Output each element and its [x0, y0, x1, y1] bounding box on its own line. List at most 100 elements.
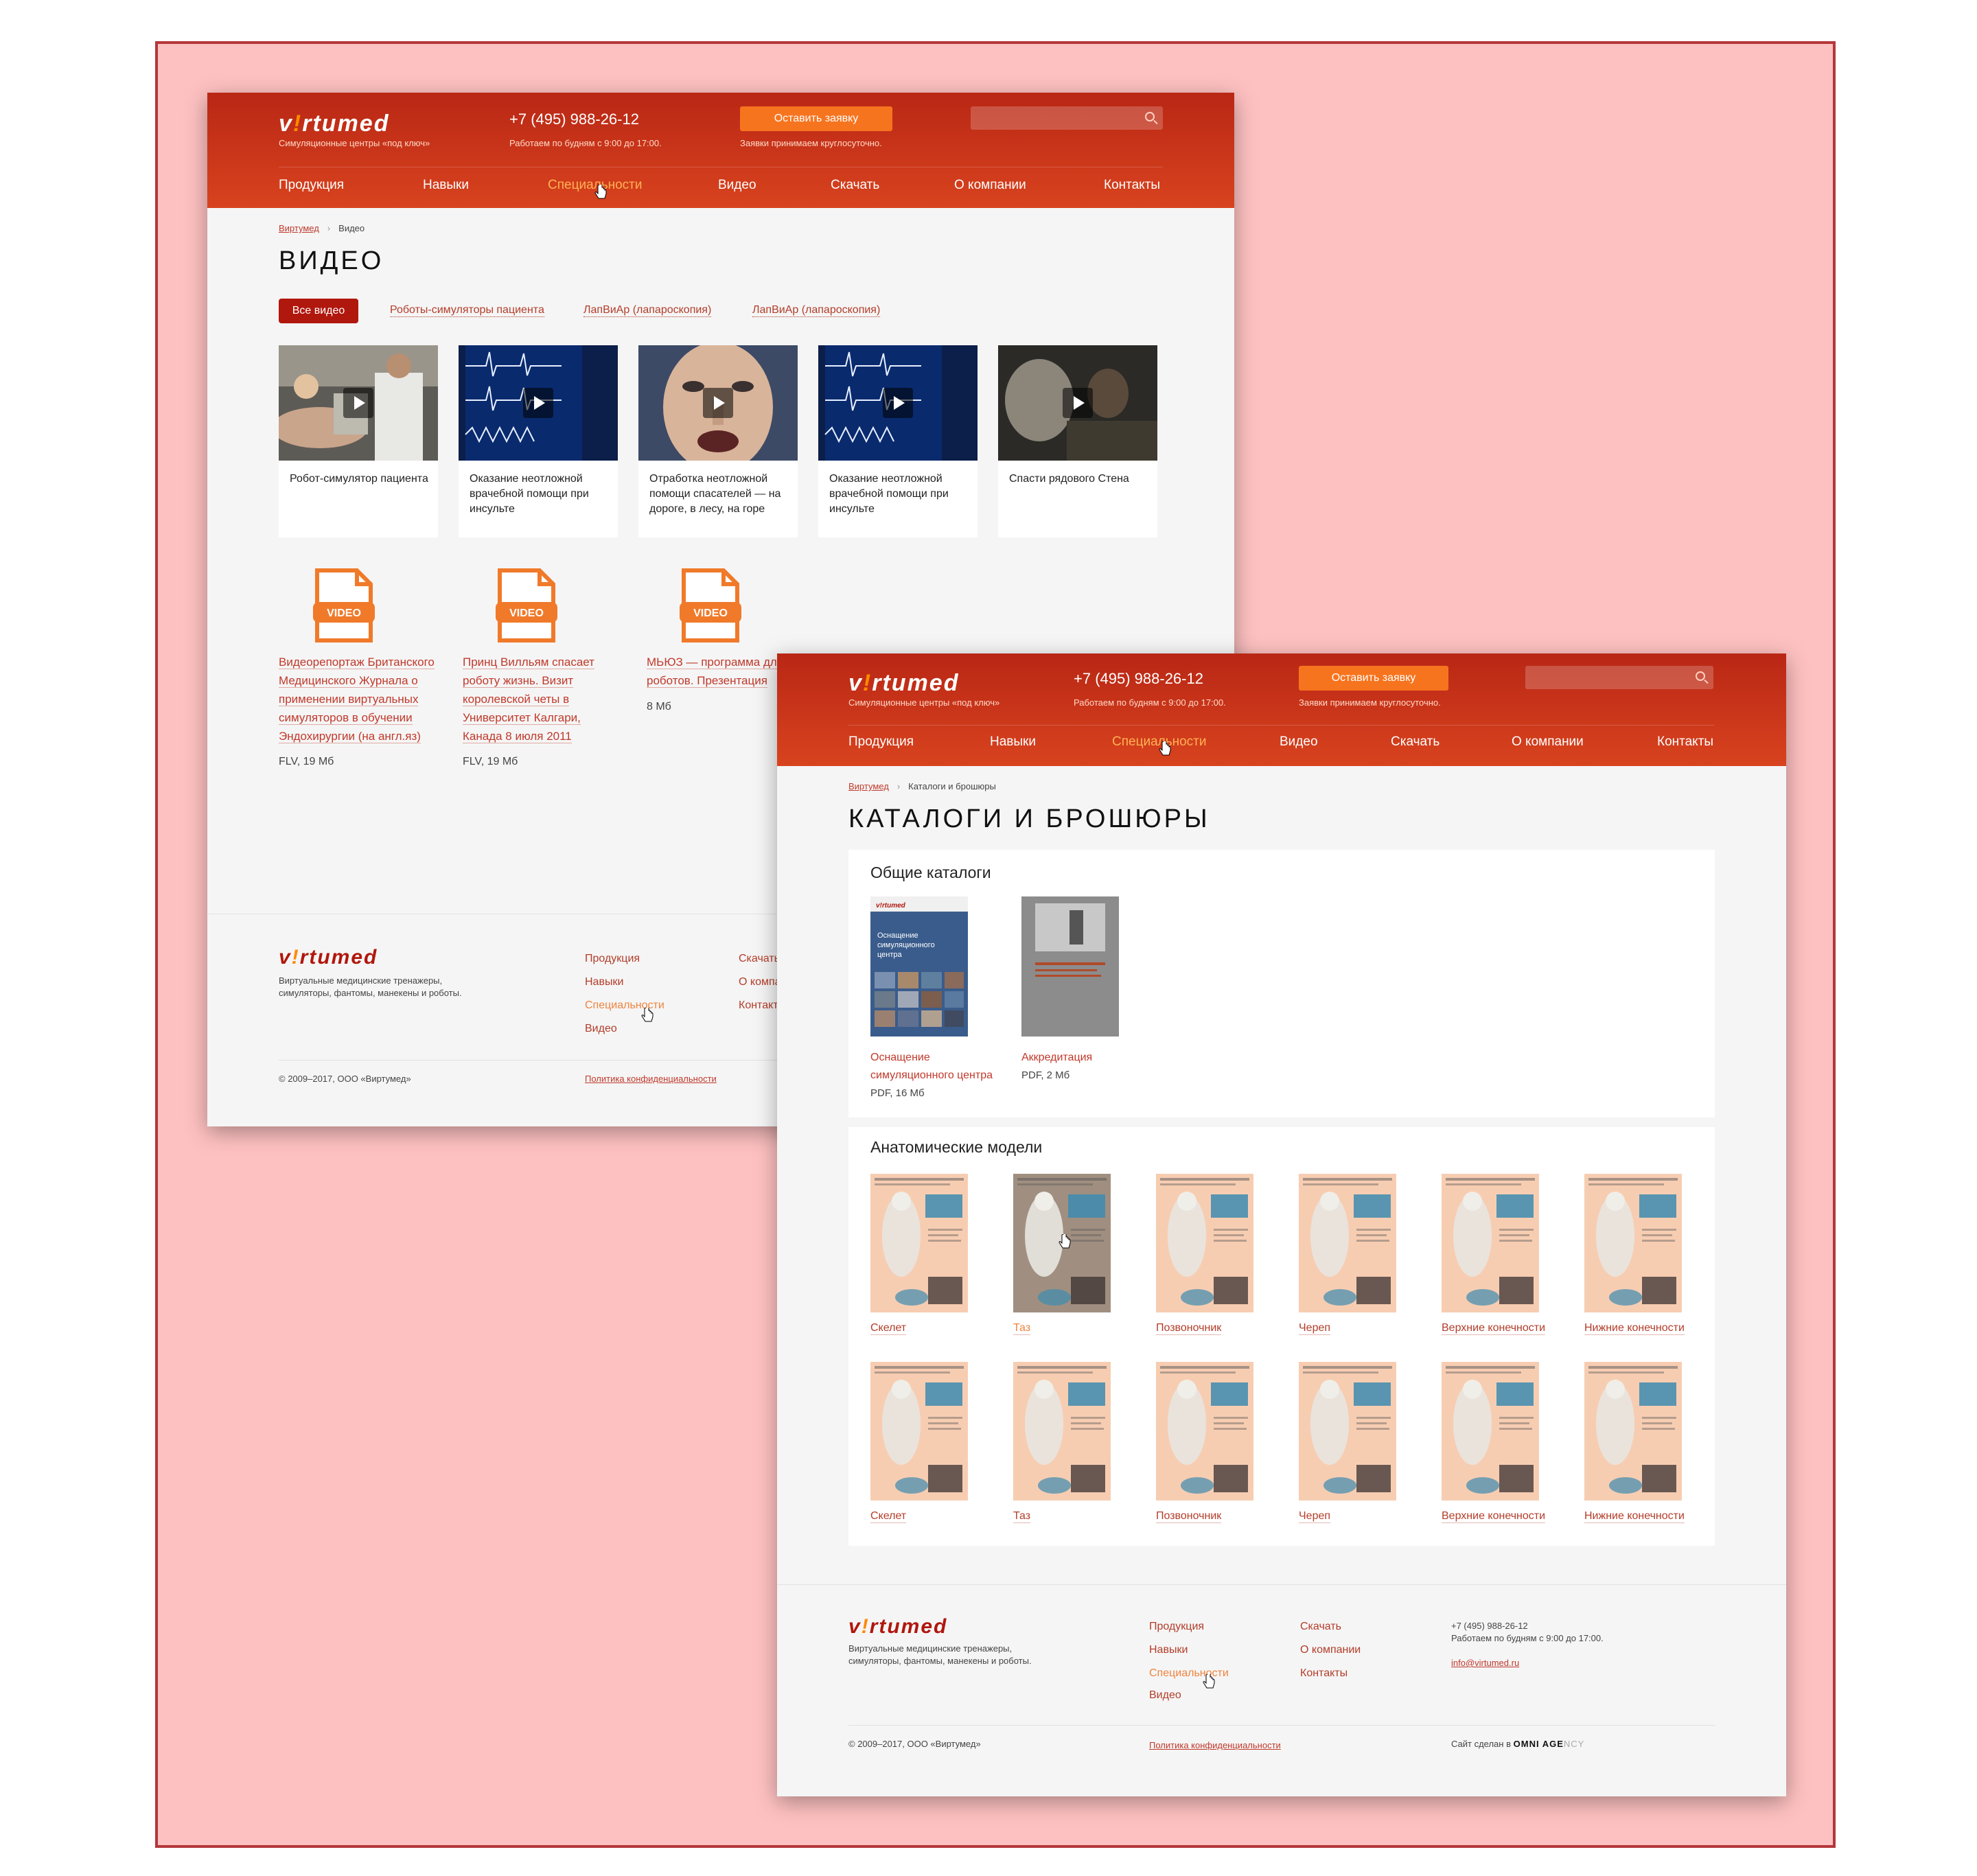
header-phone[interactable]: +7 (495) 988-26-12: [1074, 670, 1203, 688]
nav-contacts[interactable]: Контакты: [1657, 734, 1713, 750]
brochure-cover[interactable]: [870, 1174, 968, 1312]
video-card[interactable]: Спасти рядового Стена: [998, 345, 1157, 537]
filter-lapviar-1[interactable]: ЛапВиАр (лапароскопия): [583, 304, 712, 317]
search-icon[interactable]: [1696, 671, 1705, 681]
video-caption[interactable]: Спасти рядового Стена: [1009, 472, 1153, 487]
catalog-cover[interactable]: [1021, 896, 1119, 1037]
nav-about[interactable]: О компании: [1512, 734, 1584, 750]
nav-contacts[interactable]: Контакты: [1104, 178, 1160, 193]
footer-link-contacts[interactable]: Контакты: [1300, 1667, 1348, 1680]
brochure-cover[interactable]: [870, 1362, 968, 1501]
brochure-link[interactable]: Череп: [1299, 1510, 1331, 1523]
header-phone[interactable]: +7 (495) 988-26-12: [509, 111, 639, 128]
video-file-icon[interactable]: VIDEO: [496, 568, 557, 643]
footer-link-download[interactable]: Скачать: [1300, 1621, 1341, 1633]
footer-email[interactable]: info@virtumed.ru: [1451, 1658, 1519, 1668]
video-thumbnail[interactable]: [818, 345, 978, 461]
play-icon[interactable]: [523, 388, 553, 418]
footer-link-video[interactable]: Видео: [585, 1023, 617, 1035]
video-card[interactable]: Оказание неотложной врачебной помощи при…: [459, 345, 618, 537]
nav-skills[interactable]: Навыки: [990, 734, 1036, 750]
catalog-link[interactable]: Аккредитация: [1021, 1049, 1159, 1067]
play-icon[interactable]: [1063, 388, 1093, 418]
file-link[interactable]: Принц Вилльям спасает роботу жизнь. Визи…: [463, 653, 621, 745]
brochure-link[interactable]: Верхние конечности: [1442, 1510, 1546, 1523]
footer-logo[interactable]: v!rtumed: [279, 946, 378, 969]
nav-products[interactable]: Продукция: [279, 178, 344, 193]
nav-video[interactable]: Видео: [1280, 734, 1318, 750]
footer-link-about[interactable]: О компании: [1300, 1644, 1361, 1656]
nav-about[interactable]: О компании: [954, 178, 1026, 193]
play-icon[interactable]: [343, 388, 373, 418]
video-file-icon[interactable]: VIDEO: [313, 568, 375, 643]
file-title[interactable]: Принц Вилльям спасает роботу жизнь. Визи…: [463, 656, 594, 743]
video-file-icon[interactable]: VIDEO: [680, 568, 741, 643]
footer-link-products[interactable]: Продукция: [585, 953, 640, 965]
filter-lapviar-2[interactable]: ЛапВиАр (лапароскопия): [752, 304, 881, 317]
play-icon[interactable]: [883, 388, 913, 418]
nav-video[interactable]: Видео: [718, 178, 756, 193]
brochure-cover[interactable]: [1013, 1362, 1111, 1501]
breadcrumb-home[interactable]: Виртумед: [279, 223, 319, 233]
nav-skills[interactable]: Навыки: [423, 178, 469, 193]
video-thumbnail[interactable]: [998, 345, 1157, 461]
brochure-cover[interactable]: [1299, 1362, 1396, 1501]
video-card[interactable]: Оказание неотложной врачебной помощи при…: [818, 345, 978, 537]
footer-link-specialties[interactable]: Специальности: [1149, 1667, 1229, 1680]
privacy-policy-link[interactable]: Политика конфиденциальности: [585, 1074, 717, 1084]
search-input[interactable]: [1525, 666, 1713, 689]
order-button[interactable]: Оставить заявку: [1299, 666, 1448, 691]
brochure-cover[interactable]: [1442, 1362, 1539, 1501]
file-title[interactable]: МЬЮЗ — программа для роботов. Презентаци…: [647, 656, 784, 688]
brochure-cover[interactable]: [1584, 1362, 1682, 1501]
video-caption[interactable]: Робот-симулятор пациента: [290, 472, 434, 487]
brochure-link[interactable]: Таз: [1013, 1510, 1031, 1523]
footer-link-products[interactable]: Продукция: [1149, 1621, 1204, 1633]
site-logo[interactable]: v!rtumed: [279, 111, 389, 137]
brochure-link[interactable]: Позвоночник: [1156, 1510, 1222, 1523]
video-thumbnail[interactable]: [279, 345, 438, 461]
site-logo[interactable]: v!rtumed: [848, 670, 959, 697]
nav-download[interactable]: Скачать: [831, 178, 879, 193]
brochure-cover[interactable]: [1156, 1362, 1253, 1501]
catalog-cover[interactable]: v!rtumed Оснащение симуляционного центра: [870, 896, 968, 1037]
brochure-cover[interactable]: [1299, 1174, 1396, 1312]
filter-all-videos[interactable]: Все видео: [279, 299, 358, 323]
search-input[interactable]: [971, 106, 1163, 130]
video-caption[interactable]: Оказание неотложной врачебной помощи при…: [829, 472, 973, 517]
brochure-cover[interactable]: [1442, 1174, 1539, 1312]
file-link[interactable]: Видеорепортаж Британского Медицинского Ж…: [279, 653, 437, 745]
video-caption[interactable]: Оказание неотложной врачебной помощи при…: [470, 472, 614, 517]
footer-logo[interactable]: v!rtumed: [848, 1615, 947, 1638]
video-card[interactable]: Отработка неотложной помощи спасателей —…: [638, 345, 798, 537]
brochure-link[interactable]: Верхние конечности: [1442, 1322, 1546, 1335]
file-title[interactable]: Видеорепортаж Британского Медицинского Ж…: [279, 656, 435, 743]
footer-link-skills[interactable]: Навыки: [1149, 1644, 1188, 1656]
brochure-link[interactable]: Нижние конечности: [1584, 1510, 1685, 1523]
privacy-policy-link[interactable]: Политика конфиденциальности: [1149, 1740, 1281, 1750]
footer-link-skills[interactable]: Навыки: [585, 976, 623, 988]
brochure-link[interactable]: Позвоночник: [1156, 1322, 1222, 1335]
brochure-link[interactable]: Череп: [1299, 1322, 1331, 1335]
brochure-cover[interactable]: [1584, 1174, 1682, 1312]
video-thumbnail[interactable]: [638, 345, 798, 461]
breadcrumb-home[interactable]: Виртумед: [848, 781, 889, 791]
brochure-link[interactable]: Скелет: [870, 1510, 907, 1523]
filter-robot-simulators[interactable]: Роботы-симуляторы пациента: [390, 304, 544, 317]
footer-link-download[interactable]: Скачать: [739, 953, 780, 965]
search-icon[interactable]: [1145, 112, 1155, 121]
footer-link-video[interactable]: Видео: [1149, 1689, 1181, 1702]
made-by[interactable]: Сайт сделан в OMNI AGENCY: [1451, 1739, 1584, 1749]
nav-products[interactable]: Продукция: [848, 734, 914, 750]
nav-download[interactable]: Скачать: [1391, 734, 1440, 750]
brochure-link[interactable]: Таз: [1013, 1322, 1031, 1335]
play-icon[interactable]: [703, 388, 733, 418]
brochure-link[interactable]: Нижние конечности: [1584, 1322, 1685, 1335]
video-thumbnail[interactable]: [459, 345, 618, 461]
brochure-link[interactable]: Скелет: [870, 1322, 907, 1335]
brochure-cover[interactable]: [1156, 1174, 1253, 1312]
footer-phone[interactable]: +7 (495) 988-26-12: [1451, 1621, 1528, 1631]
catalog-link[interactable]: Оснащение симуляционного центра: [870, 1049, 1008, 1085]
file-link[interactable]: МЬЮЗ — программа для роботов. Презентаци…: [647, 653, 784, 690]
video-caption[interactable]: Отработка неотложной помощи спасателей —…: [649, 472, 794, 517]
